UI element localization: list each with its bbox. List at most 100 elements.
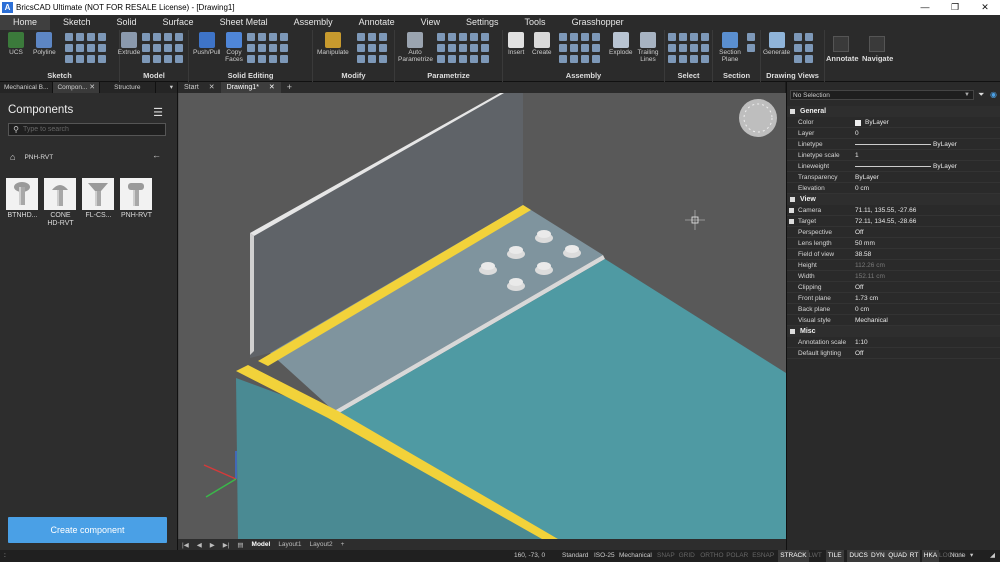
breadcrumb-current[interactable]: PNH-RVT	[24, 154, 53, 161]
property-value[interactable]: 50 mm	[855, 238, 875, 249]
property-row[interactable]: Default lighting Off	[787, 348, 1000, 359]
generate-button[interactable]: Generate	[763, 32, 790, 56]
property-value[interactable]: 72.11, 134.55, -28.66	[855, 216, 916, 227]
close-icon[interactable]: ✕	[209, 84, 215, 91]
dim-style-field[interactable]: ISO-25	[594, 550, 615, 562]
push-pull-button[interactable]: Push/Pull	[193, 32, 220, 56]
toggle-dyn[interactable]: DYN	[869, 550, 887, 562]
tab-mechanical-browser[interactable]: Mechanical B...	[0, 82, 54, 93]
copy-faces-button[interactable]: Copy Faces	[224, 32, 244, 63]
property-value[interactable]: 1.73 cm	[855, 293, 878, 304]
search-input[interactable]	[23, 126, 158, 133]
property-row[interactable]: Clipping Off	[787, 282, 1000, 293]
tab-structure[interactable]: Structure	[100, 82, 156, 93]
property-row[interactable]: Perspective Off	[787, 227, 1000, 238]
search-field[interactable]: ⚲	[8, 123, 166, 136]
viewcube-navigator[interactable]	[739, 99, 777, 137]
prev-layout-button[interactable]: ◀	[193, 541, 206, 549]
new-tab-plus-icon[interactable]: +	[281, 82, 298, 93]
property-value[interactable]: 1:10	[855, 337, 868, 348]
selection-dropdown[interactable]: No Selection ▼	[790, 90, 974, 100]
property-row[interactable]: Camera 71.11, 135.55, -27.66	[787, 205, 1000, 216]
property-value[interactable]: Off	[855, 348, 864, 359]
property-value[interactable]: 38.58	[855, 249, 871, 260]
manipulate-button[interactable]: Manipulate	[317, 32, 349, 56]
category-general[interactable]: General	[787, 106, 1000, 117]
layout-list-icon[interactable]: ▤	[233, 541, 247, 549]
property-value[interactable]: Off	[855, 282, 864, 293]
chevron-down-icon[interactable]: ▾	[970, 550, 973, 562]
toggle-strack[interactable]: STRACK	[778, 550, 809, 562]
property-row[interactable]: Back plane 0 cm	[787, 304, 1000, 315]
tab-drawing1[interactable]: Drawing1* ✕	[220, 82, 281, 93]
property-row[interactable]: Color ByLayer	[787, 117, 1000, 128]
dropdown-arrow-icon[interactable]: ▾	[166, 82, 177, 93]
toggle-lwt[interactable]: LWT	[809, 550, 822, 562]
tab-sketch[interactable]: Sketch	[50, 15, 104, 30]
component-item[interactable]: PNH-RVT	[120, 178, 153, 228]
command-prompt-icon[interactable]: :	[4, 550, 6, 562]
insert-button[interactable]: Insert	[508, 32, 524, 56]
property-row[interactable]: Transparency ByLayer	[787, 172, 1000, 183]
extrude-button[interactable]: Extrude	[114, 32, 144, 56]
none-dropdown[interactable]: None	[950, 550, 966, 562]
toggle-hka[interactable]: HKA	[921, 550, 940, 562]
property-row[interactable]: Elevation 0 cm	[787, 183, 1000, 194]
property-value[interactable]: 152.11 cm	[855, 271, 885, 282]
home-icon[interactable]: ⌂	[10, 152, 15, 162]
property-value[interactable]: ByLayer	[865, 117, 889, 128]
tab-view[interactable]: View	[408, 15, 453, 30]
tab-model[interactable]: Model	[248, 541, 275, 548]
polyline-button[interactable]: Polyline	[33, 32, 56, 56]
collapse-icon[interactable]	[790, 108, 795, 114]
tab-layout2[interactable]: Layout2	[305, 541, 336, 548]
property-value[interactable]: 1	[855, 150, 859, 161]
tab-settings[interactable]: Settings	[453, 15, 512, 30]
quick-select-icon[interactable]: ◉	[990, 90, 997, 99]
trailing-lines-button[interactable]: Trailing Lines	[637, 32, 659, 63]
toggle-ortho[interactable]: ORTHO	[700, 550, 723, 562]
annotate-dropdown[interactable]: Annotate	[826, 54, 859, 63]
close-button[interactable]: ✕	[970, 0, 1000, 15]
tab-surface[interactable]: Surface	[150, 15, 207, 30]
component-item[interactable]: BTNHD...	[6, 178, 39, 228]
navigate-dropdown[interactable]: Navigate	[862, 54, 893, 63]
text-style-field[interactable]: Standard	[562, 550, 588, 562]
collapse-icon[interactable]	[790, 196, 795, 202]
component-item[interactable]: FL-CS...	[82, 178, 115, 228]
toggle-ducs[interactable]: DUCS	[847, 550, 870, 562]
property-row[interactable]: Annotation scale 1:10	[787, 337, 1000, 348]
hamburger-menu-icon[interactable]: ☰	[153, 106, 163, 119]
property-value[interactable]: 0 cm	[855, 304, 869, 315]
close-icon[interactable]: ✕	[269, 84, 275, 91]
property-value[interactable]: 0	[855, 128, 859, 139]
property-value[interactable]: 112.26 cm	[855, 260, 885, 271]
property-value[interactable]: 71.11, 135.55, -27.66	[855, 205, 916, 216]
toggle-snap[interactable]: SNAP	[657, 550, 675, 562]
tab-assembly[interactable]: Assembly	[281, 15, 346, 30]
last-layout-button[interactable]: ▶|	[219, 541, 234, 549]
back-arrow-icon[interactable]: ←	[152, 150, 161, 160]
toggle-grid[interactable]: GRID	[679, 550, 695, 562]
property-value[interactable]: Off	[855, 227, 864, 238]
tab-layout1[interactable]: Layout1	[274, 541, 305, 548]
property-value[interactable]: ByLayer	[855, 172, 879, 183]
next-layout-button[interactable]: ▶	[206, 541, 219, 549]
property-value[interactable]: ByLayer	[933, 139, 957, 150]
expand-icon[interactable]	[789, 219, 794, 224]
tab-tools[interactable]: Tools	[512, 15, 559, 30]
tab-sheet-metal[interactable]: Sheet Metal	[207, 15, 281, 30]
component-item[interactable]: CONE HD-RVT	[44, 178, 77, 228]
property-row[interactable]: Layer 0	[787, 128, 1000, 139]
property-row[interactable]: Target 72.11, 134.55, -28.66	[787, 216, 1000, 227]
tab-annotate[interactable]: Annotate	[346, 15, 408, 30]
property-row[interactable]: Front plane 1.73 cm	[787, 293, 1000, 304]
category-misc[interactable]: Misc	[787, 326, 1000, 337]
toggle-esnap[interactable]: ESNAP	[752, 550, 774, 562]
collapse-icon[interactable]	[790, 328, 795, 334]
toggle-rt[interactable]: RT	[907, 550, 921, 562]
filter-icon[interactable]: ⏷	[978, 90, 984, 100]
drawing-viewport[interactable]	[178, 93, 786, 539]
tab-home[interactable]: Home	[0, 15, 51, 30]
property-row[interactable]: Width 152.11 cm	[787, 271, 1000, 282]
